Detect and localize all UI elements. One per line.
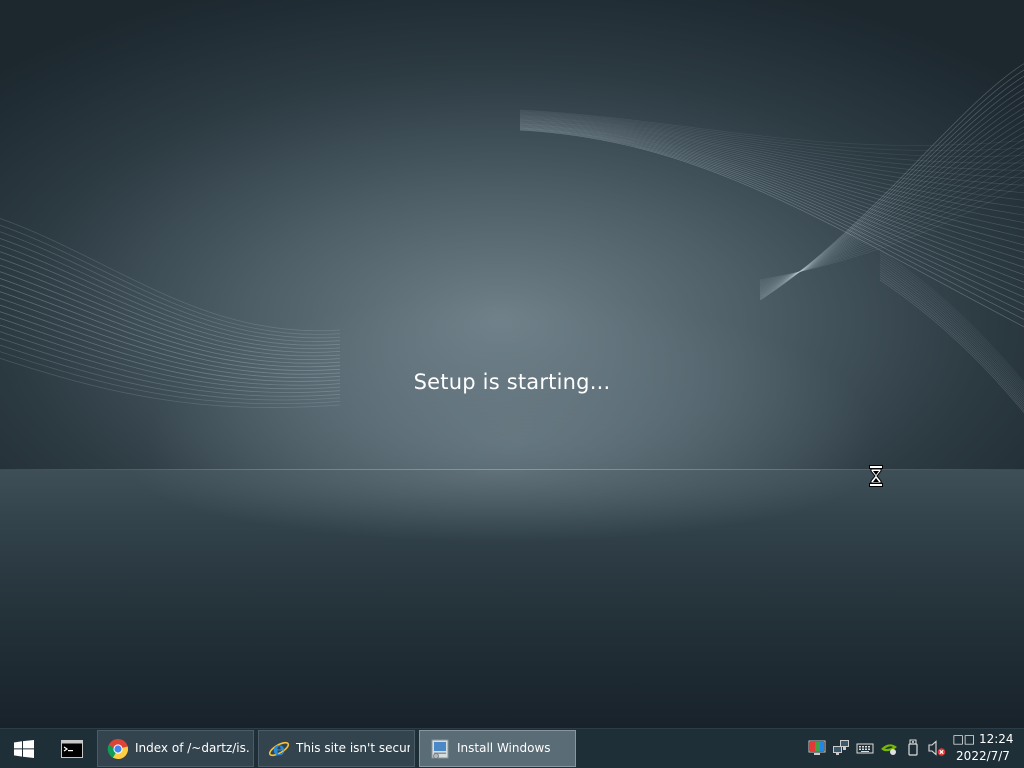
start-button[interactable] — [0, 730, 48, 767]
nvidia-icon[interactable] — [880, 739, 898, 757]
clock-time: □□ 12:24 — [952, 732, 1014, 746]
taskbar-item-label: This site isn't secur... — [296, 741, 410, 755]
wave-lines — [0, 63, 1024, 414]
taskbar-item-label: Index of /~dartz/is... — [135, 741, 249, 755]
taskbar: Index of /~dartz/is... e This site isn't… — [0, 728, 1024, 768]
setup-status-text: Setup is starting... — [413, 370, 611, 394]
internet-explorer-icon: e — [268, 738, 290, 760]
system-clock[interactable]: □□ 12:24 2022/7/7 — [952, 731, 1014, 765]
chrome-icon — [107, 739, 129, 759]
network-icon[interactable] — [832, 739, 850, 757]
windows-setup-icon — [431, 739, 449, 759]
command-prompt-button[interactable] — [48, 730, 96, 767]
color-display-icon[interactable] — [808, 739, 826, 757]
windows-logo-icon — [14, 740, 34, 758]
usb-drive-icon[interactable] — [904, 739, 922, 757]
busy-hourglass-cursor-icon — [869, 465, 883, 487]
taskbar-item-internet-explorer[interactable]: e This site isn't secur... — [258, 730, 415, 767]
keyboard-icon[interactable] — [856, 739, 874, 757]
taskbar-item-chrome[interactable]: Index of /~dartz/is... — [97, 730, 254, 767]
clock-date: 2022/7/7 — [956, 749, 1010, 763]
command-prompt-icon — [61, 740, 83, 758]
taskbar-item-install-windows[interactable]: Install Windows — [419, 730, 576, 767]
taskbar-item-label: Install Windows — [457, 741, 551, 755]
desktop-floor — [0, 470, 1024, 728]
screen: Setup is starting... Index of /~dartz/is… — [0, 0, 1024, 768]
svg-text:e: e — [273, 738, 285, 760]
volume-muted-icon[interactable] — [928, 739, 946, 757]
desktop-background: Setup is starting... — [0, 0, 1024, 728]
